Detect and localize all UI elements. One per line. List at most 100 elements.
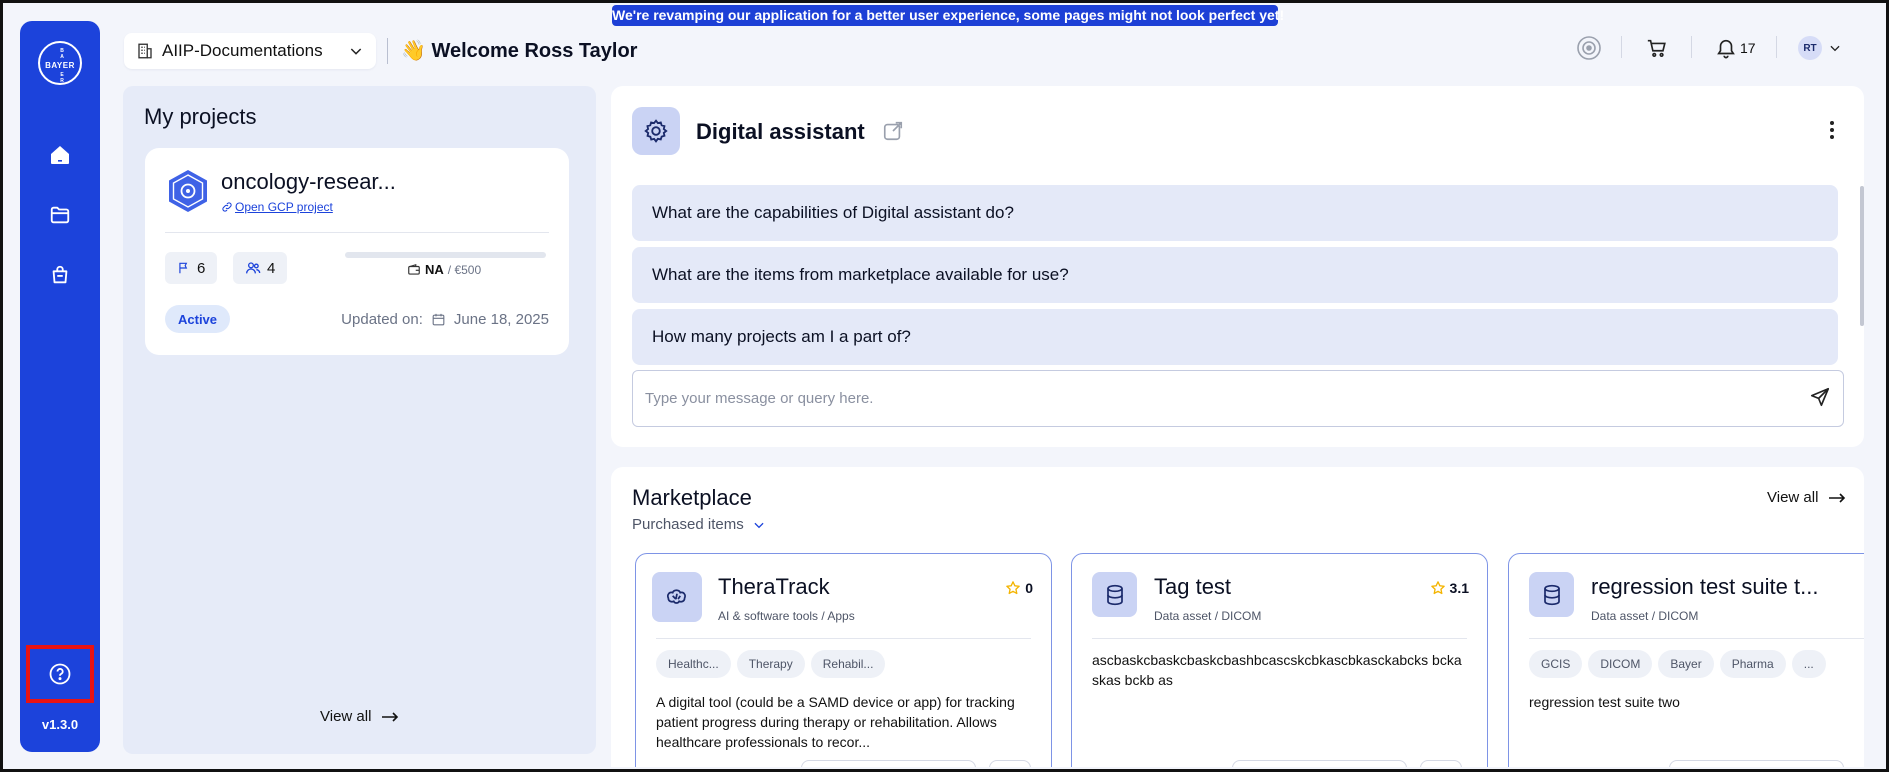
tag: GCIS xyxy=(1529,650,1583,678)
item-name: TheraTrack xyxy=(718,574,830,599)
tag: Pharma xyxy=(1719,650,1786,678)
tag: Rehabil... xyxy=(810,650,886,678)
card-divider xyxy=(1529,638,1864,639)
star-icon xyxy=(1430,581,1445,595)
budget-summary: NA / €500 xyxy=(407,262,481,277)
marketplace-view-all-label: View all xyxy=(1767,489,1819,506)
suggestion-item[interactable]: What are the capabilities of Digital ass… xyxy=(632,185,1838,241)
folder-icon[interactable] xyxy=(46,201,74,229)
database-icon xyxy=(1092,572,1137,617)
item-rating-value: 3.1 xyxy=(1449,580,1469,596)
tag: Healthc... xyxy=(656,650,731,678)
building-icon xyxy=(138,43,152,59)
projects-view-all-link[interactable]: View all xyxy=(320,708,399,725)
updated-date: June 18, 2025 xyxy=(453,311,549,328)
item-category: AI & software tools / Apps xyxy=(718,609,855,623)
assistant-gear-icon xyxy=(632,107,680,155)
card-action-button[interactable] xyxy=(1669,760,1844,767)
suggestion-item[interactable]: How many projects am I a part of? xyxy=(632,309,1838,365)
cart-icon xyxy=(1647,39,1666,57)
tag: Bayer xyxy=(1658,650,1714,678)
marketplace-panel: Marketplace Purchased items View all The… xyxy=(611,467,1864,767)
assistant-title: Digital assistant xyxy=(696,119,865,144)
suggestions-scrollbar[interactable] xyxy=(1860,186,1864,326)
updated-info: Updated on: June 18, 2025 xyxy=(341,311,549,328)
budget-progress-bar xyxy=(345,252,546,258)
help-button[interactable] xyxy=(26,645,94,703)
card-action-button[interactable] xyxy=(801,760,976,767)
item-name: regression test suite t... xyxy=(1591,574,1819,599)
arrow-right-icon xyxy=(1829,492,1846,503)
star-icon xyxy=(1006,581,1021,595)
logo-vertical-text: BAER xyxy=(60,48,64,84)
cart-button[interactable] xyxy=(1646,33,1668,63)
more-options-icon[interactable] xyxy=(1829,120,1835,145)
brain-icon xyxy=(652,572,702,622)
organization-select[interactable]: AIIP-Documentations xyxy=(124,33,376,69)
notification-count: 17 xyxy=(1740,40,1756,56)
header-separator xyxy=(1621,36,1622,58)
users-icon xyxy=(246,262,261,274)
marketplace-card[interactable]: regression test suite t... Data asset / … xyxy=(1508,553,1864,767)
marketplace-title: Marketplace xyxy=(632,485,752,510)
marketplace-card[interactable]: Tag test Data asset / DICOM 3.1 ascbaskc… xyxy=(1071,553,1488,767)
home-icon[interactable] xyxy=(46,141,74,169)
tag: DICOM xyxy=(1588,650,1653,678)
marketplace-card[interactable]: TheraTrack AI & software tools / Apps 0 … xyxy=(635,553,1052,767)
database-icon xyxy=(1529,572,1574,617)
external-link-icon[interactable] xyxy=(882,120,904,147)
avatar: RT xyxy=(1798,36,1822,60)
send-button[interactable] xyxy=(1809,386,1831,413)
help-icon xyxy=(49,663,71,685)
header-separator xyxy=(1776,36,1777,58)
my-projects-title: My projects xyxy=(144,104,257,129)
status-badge: Active xyxy=(165,305,231,333)
item-tags: GCIS DICOM Bayer Pharma ... xyxy=(1529,650,1826,678)
bayer-logo[interactable]: BAYER BAER xyxy=(38,41,82,85)
message-input[interactable] xyxy=(645,371,1785,426)
wallet-icon xyxy=(408,263,420,275)
message-input-box xyxy=(632,370,1844,427)
arrow-right-icon xyxy=(382,711,399,722)
card-action-button[interactable] xyxy=(1232,760,1407,767)
suggestion-item[interactable]: What are the items from marketplace avai… xyxy=(632,247,1838,303)
shopping-bag-icon[interactable] xyxy=(46,261,74,289)
link-icon xyxy=(222,202,232,212)
chevron-down-icon xyxy=(754,522,764,528)
welcome-text: Welcome Ross Taylor xyxy=(431,40,638,62)
user-menu[interactable]: RT xyxy=(1798,33,1842,63)
open-gcp-project-link[interactable]: Open GCP project xyxy=(221,200,333,214)
item-category: Data asset / DICOM xyxy=(1154,609,1262,623)
item-name: Tag test xyxy=(1154,574,1232,599)
my-projects-panel: My projects oncology-resear... Open GCP … xyxy=(123,86,596,754)
flags-chip: 6 xyxy=(165,252,218,284)
header-divider xyxy=(387,38,388,64)
marketplace-view-all-link[interactable]: View all xyxy=(1767,489,1846,506)
welcome-message: 👋 Welcome Ross Taylor xyxy=(401,38,637,63)
project-hexagon-icon xyxy=(165,168,211,214)
calendar-icon xyxy=(432,313,445,326)
wave-emoji: 👋 xyxy=(401,40,426,62)
item-rating-value: 0 xyxy=(1025,580,1033,596)
members-count: 4 xyxy=(267,259,276,277)
send-icon xyxy=(1810,387,1830,407)
updated-label: Updated on: xyxy=(341,311,423,328)
item-description: A digital tool (could be a SAMD device o… xyxy=(656,694,1015,750)
sidebar: BAYER BAER v1.3.0 xyxy=(20,21,100,752)
card-secondary-button[interactable] xyxy=(1420,760,1462,767)
app-version: v1.3.0 xyxy=(41,717,79,732)
project-name[interactable]: oncology-resear... xyxy=(221,169,396,195)
item-rating: 0 xyxy=(1005,580,1033,596)
card-secondary-button[interactable] xyxy=(989,760,1031,767)
announcement-banner: We're revamping our application for a be… xyxy=(612,5,1284,26)
item-description: ascbaskcbaskcbaskcbashbcascskcbkascbkasc… xyxy=(1092,652,1462,688)
project-card[interactable]: oncology-resear... Open GCP project 6 4 … xyxy=(145,148,569,355)
card-divider xyxy=(656,638,1031,639)
tag: Therapy xyxy=(736,650,805,678)
marketplace-filter-dropdown[interactable]: Purchased items xyxy=(632,516,766,533)
notifications-button[interactable]: 17 xyxy=(1715,33,1756,63)
members-chip: 4 xyxy=(233,252,288,284)
status-indicator-icon[interactable] xyxy=(1576,33,1602,63)
chevron-down-icon xyxy=(1830,45,1840,52)
card-divider xyxy=(165,232,549,233)
